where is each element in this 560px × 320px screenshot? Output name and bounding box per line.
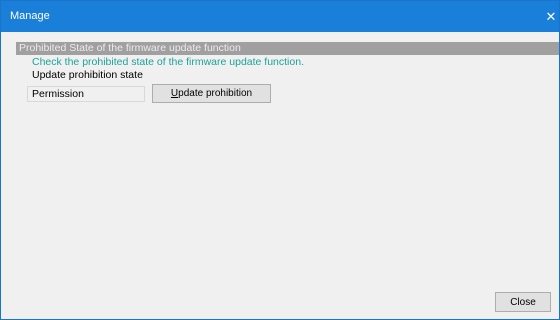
dialog-body: Prohibited State of the firmware update … [1, 32, 559, 319]
manage-window: Manage ✕ Prohibited State of the firmwar… [0, 0, 560, 320]
close-icon[interactable]: ✕ [543, 1, 559, 32]
instruction-text: Check the prohibited state of the firmwa… [32, 56, 304, 68]
update-prohibition-state-field: Permission [27, 86, 145, 102]
section-header: Prohibited State of the firmware update … [16, 42, 559, 55]
close-button[interactable]: Close [495, 292, 551, 312]
update-prohibition-state-label: Update prohibition state [32, 69, 143, 81]
update-prohibition-button[interactable]: Update prohibition [152, 84, 271, 103]
update-prohibition-label: pdate prohibition [178, 88, 253, 99]
title-bar[interactable]: Manage ✕ [1, 1, 559, 32]
window-title: Manage [10, 10, 50, 22]
update-prohibition-mnemonic: U [170, 88, 179, 99]
